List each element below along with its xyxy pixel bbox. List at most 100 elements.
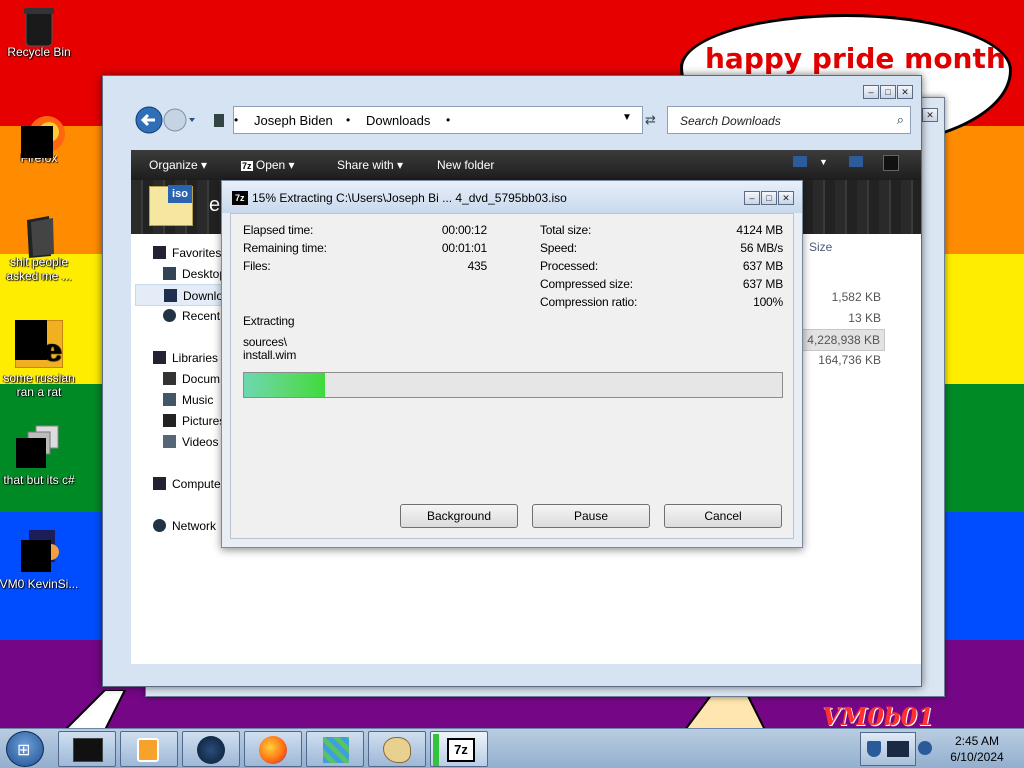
search-input[interactable]: Search Downloads ⌕ xyxy=(667,106,911,134)
command-bar: Organize ▾ 7z Open ▾ Share with ▾ New fo… xyxy=(131,150,921,180)
media-file-icon xyxy=(19,528,59,574)
breadcrumb[interactable]: • Joseph Biden • Downloads • ▼ xyxy=(214,106,643,134)
shield-icon[interactable] xyxy=(867,741,881,757)
elapsed-time-value: 00:00:12 xyxy=(441,223,487,237)
nav-recent[interactable]: Recent xyxy=(163,309,220,323)
taskbar-clock[interactable]: 2:45 AM 6/10/2024 xyxy=(942,733,1012,765)
firefox-icon xyxy=(21,112,65,158)
desktop-icon-folder[interactable]: shit people asked me ... xyxy=(0,216,79,283)
videos-icon xyxy=(163,435,176,448)
network-icon[interactable] xyxy=(887,741,909,757)
back-button[interactable] xyxy=(135,106,163,134)
progress-bar-fill xyxy=(244,373,325,397)
taskbar-item-media-player[interactable] xyxy=(120,731,178,767)
start-button[interactable]: ⊞ xyxy=(6,731,44,767)
nav-libraries[interactable]: Libraries xyxy=(153,351,218,365)
file-name-partial: e xyxy=(209,194,221,216)
breadcrumb-item-downloads[interactable]: Downloads xyxy=(366,113,430,128)
nav-documents[interactable]: Docum xyxy=(163,372,220,386)
nav-pictures[interactable]: Pictures xyxy=(163,414,225,428)
breadcrumb-item-user[interactable]: Joseph Biden xyxy=(254,113,333,128)
volume-icon[interactable] xyxy=(918,741,932,755)
background-button[interactable]: Background xyxy=(400,504,518,528)
desktop-icon-shortcut[interactable]: that but its c# xyxy=(0,424,79,487)
files-value: 435 xyxy=(467,259,488,273)
minimize-icon[interactable]: – xyxy=(863,85,879,99)
7zip-icon: 7z xyxy=(447,738,475,762)
help-icon[interactable] xyxy=(883,155,899,171)
minimize-icon[interactable]: – xyxy=(744,191,760,205)
desktop-icon-vm[interactable]: VM0 KevinSi... xyxy=(0,528,79,591)
7zip-icon: 7z xyxy=(232,191,248,205)
pictures-icon xyxy=(163,414,176,427)
compression-ratio-label: Compression ratio: xyxy=(540,295,638,309)
chevron-down-icon[interactable]: ▼ xyxy=(819,157,828,167)
file-size-selected: 4,228,938 KB xyxy=(802,329,885,351)
nav-computer[interactable]: Compute xyxy=(153,477,221,491)
compressed-size-label: Compressed size: xyxy=(540,277,633,291)
paint-palette-icon xyxy=(383,737,411,763)
file-size: 13 KB xyxy=(848,311,881,325)
desktop-icon-recycle-bin[interactable]: Recycle Bin xyxy=(0,6,79,59)
library-icon xyxy=(153,351,166,364)
close-icon[interactable]: ✕ xyxy=(897,85,913,99)
refresh-icon[interactable]: ⇄ xyxy=(645,112,656,128)
dialog-title-bar[interactable]: 7z 15% Extracting C:\Users\Joseph Bi ...… xyxy=(222,181,802,213)
current-file: install.wim xyxy=(243,348,297,362)
processed-value: 637 MB xyxy=(742,259,783,273)
maximize-icon[interactable]: □ xyxy=(761,191,777,205)
search-icon: ⌕ xyxy=(896,112,904,127)
desktop-icon-label: that but its c# xyxy=(3,473,75,487)
music-icon xyxy=(163,393,176,406)
taskbar-item-explorer[interactable] xyxy=(58,731,116,767)
taskbar-item-app[interactable] xyxy=(182,731,240,767)
elapsed-time-label: Elapsed time: xyxy=(243,223,314,237)
nav-music[interactable]: Music xyxy=(163,393,213,407)
search-placeholder: Search Downloads xyxy=(680,114,781,128)
extraction-progress-dialog[interactable]: 7z 15% Extracting C:\Users\Joseph Bi ...… xyxy=(221,180,803,548)
desktop-icon-ie[interactable]: e some russian ran a rat xyxy=(0,319,79,399)
computer-icon xyxy=(153,477,166,490)
total-size-label: Total size: xyxy=(540,223,592,237)
chevron-down-icon[interactable]: ▼ xyxy=(622,112,632,123)
cancel-button[interactable]: Cancel xyxy=(664,504,782,528)
open-button[interactable]: 7z Open ▾ xyxy=(241,158,295,172)
folder-icon xyxy=(21,216,57,258)
svg-text:e: e xyxy=(43,333,62,368)
taskbar-item-paint[interactable] xyxy=(368,731,426,767)
desktop-icon xyxy=(163,267,176,280)
dialog-title: 15% Extracting C:\Users\Joseph Bi ... 4_… xyxy=(252,191,567,205)
organize-button[interactable]: Organize ▾ xyxy=(149,158,207,172)
notification-area[interactable] xyxy=(860,732,916,766)
internet-explorer-icon: e xyxy=(14,319,64,369)
nav-network[interactable]: Network xyxy=(153,519,216,533)
speed-label: Speed: xyxy=(540,241,577,255)
nav-desktop[interactable]: Desktop xyxy=(163,267,226,281)
close-icon[interactable]: ✕ xyxy=(778,191,794,205)
current-path: sources\ xyxy=(243,335,287,349)
watermark-text: VM0b01 xyxy=(822,702,935,731)
registry-icon xyxy=(323,737,349,763)
close-icon[interactable]: ✕ xyxy=(922,108,938,122)
column-header-size[interactable]: Size xyxy=(809,240,832,254)
taskbar-item-7zip[interactable]: 7z xyxy=(430,731,488,767)
view-options-icon[interactable] xyxy=(793,156,807,167)
new-folder-button[interactable]: New folder xyxy=(437,158,494,172)
maximize-icon[interactable]: □ xyxy=(880,85,896,99)
media-player-icon xyxy=(137,738,159,762)
recycle-bin-icon xyxy=(21,6,57,47)
share-with-button[interactable]: Share with ▾ xyxy=(337,158,403,172)
taskbar: ⊞ 7z 2:45 AM 6/10/2024 xyxy=(0,728,1024,768)
desktop-icon-firefox[interactable]: Firefox xyxy=(0,112,79,165)
desktop-icon-label: shit people asked me ... xyxy=(6,255,72,283)
address-bar: • Joseph Biden • Downloads • ▼ ⇄ Search … xyxy=(133,106,913,136)
forward-button[interactable] xyxy=(163,108,187,132)
clock-time: 2:45 AM xyxy=(954,734,1000,748)
remaining-time-label: Remaining time: xyxy=(243,241,327,255)
nav-videos[interactable]: Videos xyxy=(163,435,218,449)
pause-button[interactable]: Pause xyxy=(532,504,650,528)
nav-favorites[interactable]: Favorites xyxy=(153,246,221,260)
preview-pane-icon[interactable] xyxy=(849,156,863,167)
taskbar-item-regedit[interactable] xyxy=(306,731,364,767)
taskbar-item-firefox[interactable] xyxy=(244,731,302,767)
